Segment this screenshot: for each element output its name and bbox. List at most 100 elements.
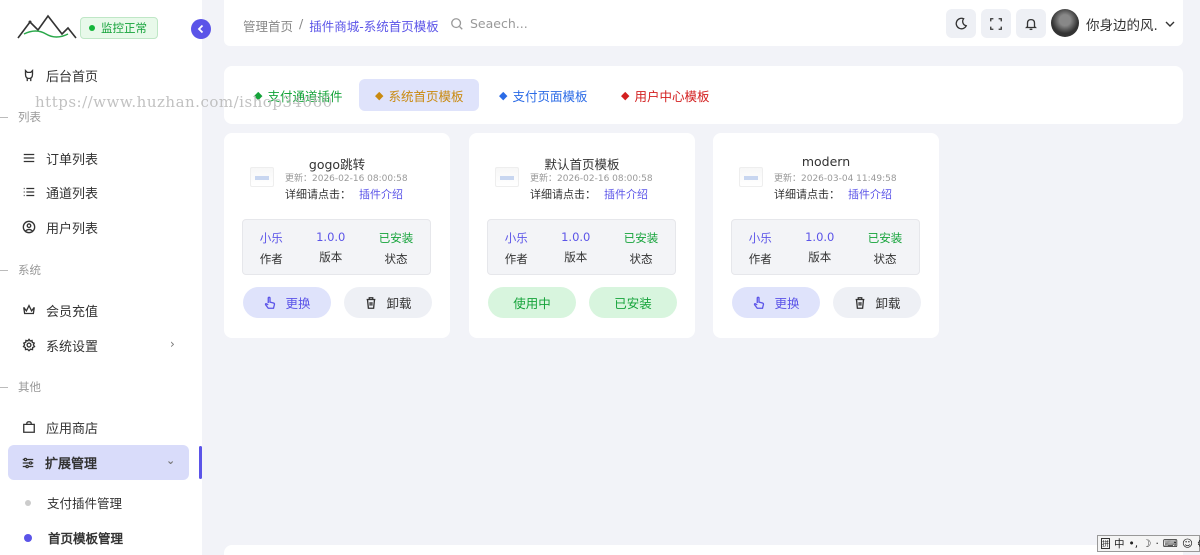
sidebar-item-channels[interactable]: 通道列表 xyxy=(22,182,98,202)
sidebar-item-label: 首页模板管理 xyxy=(48,531,124,546)
template-detail: 详细请点击： 插件介绍 xyxy=(285,186,403,202)
chevron-down-icon: ⌄ xyxy=(166,454,176,467)
chevron-left-icon xyxy=(197,24,204,34)
section-label-system: 系统 xyxy=(0,262,41,278)
template-updated: 更新：2026-03-04 11:49:58 xyxy=(774,174,897,184)
template-detail: 详细请点击： 插件介绍 xyxy=(774,186,892,202)
top-header: 管理首页 / 插件商城-系统首页模板 Seaech... 你身边的风. xyxy=(224,0,1183,46)
template-updated: 更新：2026-02-16 08:00:58 xyxy=(530,174,653,184)
list-icon xyxy=(23,187,35,197)
bullet-icon xyxy=(25,499,31,506)
sidebar-item-label: 扩展管理 xyxy=(45,457,98,472)
version-value: 1.0.0 xyxy=(316,230,346,244)
active-indicator xyxy=(199,446,202,479)
sidebar-subitem-home-templates[interactable]: 首页模板管理 xyxy=(24,528,123,547)
user-menu[interactable]: 你身边的风. xyxy=(1086,14,1176,34)
bottom-panel xyxy=(224,545,1183,555)
bullet-active-icon xyxy=(24,533,32,542)
ime-moon-icon: ☽ xyxy=(1142,537,1152,550)
ime-punct-icon: •, xyxy=(1128,537,1139,550)
uninstall-button[interactable]: 卸载 xyxy=(344,287,432,318)
sliders-icon xyxy=(22,457,34,468)
state-value: 已安装 xyxy=(623,231,659,245)
tab-pay-page-templates[interactable]: ◆ 支付页面模板 xyxy=(483,79,603,111)
search-input[interactable]: Seaech... xyxy=(450,16,528,31)
change-button[interactable]: 更换 xyxy=(243,287,331,318)
sidebar: 监控正常 后台首页 列表 订单列表 通道列表 用户列表 系统 会员充值 系统设置… xyxy=(0,0,202,555)
sidebar-subitem-pay-plugins[interactable]: 支付插件管理 xyxy=(25,493,122,512)
ime-user-icon: ☺ xyxy=(1181,537,1193,550)
breadcrumb-home[interactable]: 管理首页 xyxy=(243,16,293,35)
status-dot-icon xyxy=(89,25,95,31)
uninstall-label: 卸载 xyxy=(386,296,412,311)
installed-button[interactable]: 已安装 xyxy=(589,287,677,318)
diamond-icon: ◆ xyxy=(621,88,630,102)
hand-pointer-icon xyxy=(754,296,765,309)
breadcrumb-current: 插件商城-系统首页模板 xyxy=(309,19,439,34)
sidebar-item-home[interactable]: 后台首页 xyxy=(22,65,98,85)
sidebar-item-users[interactable]: 用户列表 xyxy=(22,217,98,237)
ime-toolbar[interactable]: 拼 中 •, ☽ · ⌨ ☺ ⚙ xyxy=(1097,535,1200,552)
plugin-intro-link[interactable]: 插件介绍 xyxy=(848,188,892,201)
author-value: 小乐 xyxy=(748,231,772,245)
uninstall-button[interactable]: 卸载 xyxy=(833,287,921,318)
sidebar-item-recharge[interactable]: 会员充值 xyxy=(22,300,98,320)
author-label: 作者 xyxy=(259,252,283,266)
fullscreen-icon xyxy=(990,17,1002,30)
template-card: modern 更新：2026-03-04 11:49:58 详细请点击： 插件介绍… xyxy=(713,133,939,338)
search-placeholder: Seaech... xyxy=(470,16,528,31)
sidebar-item-label: 订单列表 xyxy=(46,152,99,168)
user-circle-icon xyxy=(22,220,36,234)
change-button[interactable]: 更换 xyxy=(732,287,820,318)
version-value: 1.0.0 xyxy=(805,230,835,244)
state-label: 状态 xyxy=(384,252,408,266)
in-use-button[interactable]: 使用中 xyxy=(488,287,576,318)
plugin-intro-link[interactable]: 插件介绍 xyxy=(604,188,648,201)
breadcrumb-separator: / xyxy=(299,16,304,31)
author-value: 小乐 xyxy=(259,231,283,245)
sidebar-item-label: 支付插件管理 xyxy=(47,496,123,511)
search-icon xyxy=(451,17,463,30)
template-card: 默认首页模板 更新：2026-02-16 08:00:58 详细请点击： 插件介绍… xyxy=(469,133,695,338)
monitor-status-text: 监控正常 xyxy=(101,21,147,35)
author-label: 作者 xyxy=(504,252,528,266)
shopping-bag-icon xyxy=(23,421,35,433)
monitor-status-badge: 监控正常 xyxy=(80,17,158,39)
sidebar-item-label: 通道列表 xyxy=(46,186,99,202)
sidebar-collapse-button[interactable] xyxy=(191,19,211,39)
sidebar-item-store[interactable]: 应用商店 xyxy=(22,417,98,437)
notifications-button[interactable] xyxy=(1016,9,1046,38)
version-label: 版本 xyxy=(319,250,343,264)
template-stats: 小乐 作者 1.0.0 版本 已安装 状态 xyxy=(487,219,676,275)
version-value: 1.0.0 xyxy=(561,230,591,244)
sidebar-item-label: 会员充值 xyxy=(46,304,99,320)
ime-logo-icon: 拼 xyxy=(1101,538,1110,549)
tab-label: 系统首页模板 xyxy=(388,88,464,104)
tab-system-home-templates[interactable]: ◆ 系统首页模板 xyxy=(359,79,480,111)
chevron-down-icon xyxy=(1165,21,1175,27)
avatar[interactable] xyxy=(1051,9,1079,37)
template-tabs: ◆ 支付通道插件 ◆ 系统首页模板 ◆ 支付页面模板 ◆ 用户中心模板 xyxy=(224,66,1183,124)
author-value: 小乐 xyxy=(504,231,528,245)
tab-user-center-templates[interactable]: ◆ 用户中心模板 xyxy=(605,79,725,111)
detail-label: 详细请点击： xyxy=(530,188,596,201)
template-stats: 小乐 作者 1.0.0 版本 已安装 状态 xyxy=(731,219,920,275)
section-label-list: 列表 xyxy=(0,109,41,125)
dark-mode-button[interactable] xyxy=(946,9,976,38)
diamond-icon: ◆ xyxy=(375,88,384,102)
sidebar-item-orders[interactable]: 订单列表 xyxy=(22,148,98,168)
state-value: 已安装 xyxy=(867,231,903,245)
trash-icon xyxy=(856,296,865,309)
fullscreen-button[interactable] xyxy=(981,9,1011,38)
section-label-other: 其他 xyxy=(0,379,41,395)
sidebar-item-label: 系统设置 xyxy=(46,339,99,355)
sidebar-item-extension[interactable]: 扩展管理 ⌄ xyxy=(8,445,189,480)
plugin-intro-link[interactable]: 插件介绍 xyxy=(359,188,403,201)
sidebar-item-settings[interactable]: 系统设置 xyxy=(22,335,98,355)
uninstall-label: 卸载 xyxy=(875,296,901,311)
crown-icon xyxy=(23,304,35,315)
sidebar-item-label: 用户列表 xyxy=(46,221,99,237)
user-name: 你身边的风. xyxy=(1086,18,1158,34)
bell-icon xyxy=(1025,18,1037,30)
gear-icon xyxy=(22,338,36,352)
